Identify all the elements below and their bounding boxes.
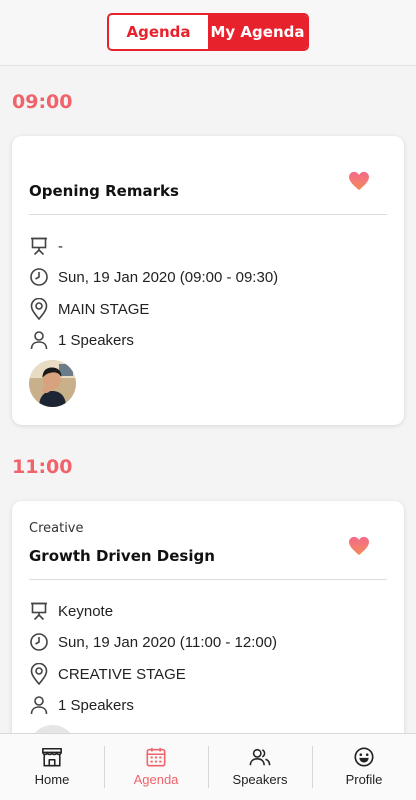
session-location-row: CREATIVE STAGE: [29, 663, 186, 685]
speaker-avatar[interactable]: [29, 725, 76, 733]
time-slot-label: 09:00: [12, 91, 73, 113]
session-speakers-count: 1 Speakers: [58, 331, 134, 349]
people-icon: [249, 748, 271, 766]
clock-icon: [29, 267, 49, 287]
location-pin-icon: [29, 298, 49, 320]
session-location: MAIN STAGE: [58, 300, 150, 318]
session-location: CREATIVE STAGE: [58, 665, 186, 683]
session-type: -: [58, 237, 63, 255]
bottom-navigation: Home Agenda Speakers Profile: [0, 733, 416, 800]
session-type: Keynote: [58, 602, 114, 620]
session-datetime: Sun, 19 Jan 2020 (11:00 - 12:00): [58, 633, 278, 651]
session-category: Creative: [29, 521, 84, 536]
session-title: Growth Driven Design: [29, 547, 215, 565]
card-divider: [29, 214, 387, 215]
location-pin-icon: [29, 663, 49, 685]
heart-icon[interactable]: [348, 171, 370, 191]
nav-profile[interactable]: Profile: [312, 734, 416, 800]
calendar-icon: [146, 747, 166, 767]
smiley-icon: [354, 747, 374, 767]
nav-agenda-label: Agenda: [133, 772, 179, 787]
time-slot-label: 11:00: [12, 456, 73, 478]
presentation-icon: [29, 601, 49, 621]
tab-agenda[interactable]: Agenda: [109, 15, 208, 49]
session-location-row: MAIN STAGE: [29, 298, 149, 320]
agenda-segment-control: Agenda My Agenda: [107, 13, 309, 51]
nav-speakers[interactable]: Speakers: [208, 734, 312, 800]
tab-my-agenda[interactable]: My Agenda: [208, 15, 307, 49]
nav-home[interactable]: Home: [0, 734, 104, 800]
session-datetime-row: Sun, 19 Jan 2020 (09:00 - 09:30): [29, 266, 278, 288]
presentation-icon: [29, 236, 49, 256]
nav-agenda[interactable]: Agenda: [104, 734, 208, 800]
agenda-list[interactable]: 09:00 Opening Remarks - Sun, 19 Jan 2020…: [0, 67, 416, 733]
session-datetime-row: Sun, 19 Jan 2020 (11:00 - 12:00): [29, 631, 277, 653]
person-icon: [29, 695, 49, 715]
session-type-row: Keynote: [29, 600, 113, 622]
store-icon: [42, 747, 62, 767]
session-datetime: Sun, 19 Jan 2020 (09:00 - 09:30): [58, 268, 279, 286]
session-title: Opening Remarks: [29, 182, 179, 200]
session-type-row: -: [29, 235, 63, 257]
person-icon: [29, 330, 49, 350]
session-card[interactable]: Creative Growth Driven Design Keynote Su…: [12, 501, 404, 733]
session-speakers-row: 1 Speakers: [29, 329, 134, 351]
session-speakers-row: 1 Speakers: [29, 694, 134, 716]
nav-profile-label: Profile: [345, 772, 383, 787]
heart-icon[interactable]: [348, 536, 370, 556]
session-speakers-count: 1 Speakers: [58, 696, 134, 714]
speaker-avatar[interactable]: [29, 360, 76, 407]
nav-speakers-label: Speakers: [232, 772, 288, 787]
clock-icon: [29, 632, 49, 652]
card-divider: [29, 579, 387, 580]
header-bar: Agenda My Agenda: [0, 0, 416, 66]
session-card[interactable]: Opening Remarks - Sun, 19 Jan 2020 (09:0…: [12, 136, 404, 425]
nav-home-label: Home: [34, 772, 70, 787]
